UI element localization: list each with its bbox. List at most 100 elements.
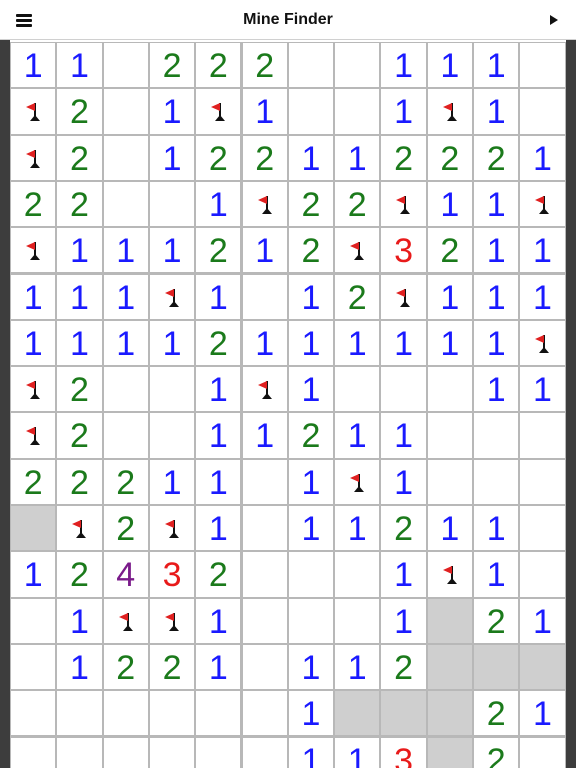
empty-cell[interactable] (11, 598, 56, 643)
covered-cell[interactable] (427, 644, 472, 690)
empty-cell[interactable] (288, 552, 334, 597)
empty-cell[interactable] (103, 181, 148, 227)
covered-cell[interactable] (381, 691, 426, 736)
number-cell[interactable]: 1 (288, 644, 334, 690)
number-cell[interactable]: 2 (103, 644, 148, 690)
number-cell[interactable]: 2 (149, 644, 195, 690)
number-cell[interactable]: 2 (103, 506, 148, 551)
number-cell[interactable]: 2 (57, 413, 102, 458)
number-cell[interactable]: 1 (11, 320, 56, 366)
number-cell[interactable]: 2 (149, 43, 195, 88)
number-cell[interactable]: 1 (288, 135, 334, 180)
flagged-cell[interactable] (149, 506, 195, 551)
number-cell[interactable]: 2 (474, 598, 519, 643)
number-cell[interactable]: 2 (196, 43, 241, 88)
number-cell[interactable]: 1 (288, 274, 334, 319)
empty-cell[interactable] (335, 89, 380, 134)
number-cell[interactable]: 2 (242, 135, 287, 180)
empty-cell[interactable] (335, 43, 380, 88)
flagged-cell[interactable] (11, 367, 56, 412)
number-cell[interactable]: 2 (57, 552, 102, 597)
number-cell[interactable]: 2 (196, 320, 241, 366)
flagged-cell[interactable] (335, 228, 380, 273)
number-cell[interactable]: 1 (196, 413, 241, 458)
covered-cell[interactable] (427, 737, 472, 768)
empty-cell[interactable] (149, 413, 195, 458)
empty-cell[interactable] (335, 367, 380, 412)
flagged-cell[interactable] (11, 228, 56, 273)
number-cell[interactable]: 2 (242, 43, 287, 88)
empty-cell[interactable] (196, 691, 241, 736)
number-cell[interactable]: 1 (381, 552, 426, 597)
number-cell[interactable]: 3 (381, 228, 426, 273)
number-cell[interactable]: 2 (196, 552, 241, 597)
flagged-cell[interactable] (11, 413, 56, 458)
number-cell[interactable]: 1 (520, 691, 565, 736)
empty-cell[interactable] (11, 644, 56, 690)
number-cell[interactable]: 1 (520, 135, 565, 180)
number-cell[interactable]: 1 (381, 89, 426, 134)
number-cell[interactable]: 1 (242, 413, 287, 458)
number-cell[interactable]: 1 (288, 691, 334, 736)
number-cell[interactable]: 1 (474, 506, 519, 551)
empty-cell[interactable] (242, 598, 287, 643)
number-cell[interactable]: 1 (474, 89, 519, 134)
number-cell[interactable]: 2 (381, 506, 426, 551)
empty-cell[interactable] (103, 737, 148, 768)
number-cell[interactable]: 1 (196, 506, 241, 551)
number-cell[interactable]: 1 (520, 367, 565, 412)
flagged-cell[interactable] (11, 135, 56, 180)
number-cell[interactable]: 1 (381, 413, 426, 458)
number-cell[interactable]: 1 (381, 598, 426, 643)
number-cell[interactable]: 2 (57, 459, 102, 504)
number-cell[interactable]: 1 (11, 43, 56, 88)
number-cell[interactable]: 3 (381, 737, 426, 768)
flagged-cell[interactable] (427, 552, 472, 597)
empty-cell[interactable] (242, 691, 287, 736)
empty-cell[interactable] (149, 367, 195, 412)
number-cell[interactable]: 2 (57, 135, 102, 180)
number-cell[interactable]: 2 (11, 181, 56, 227)
number-cell[interactable]: 1 (427, 506, 472, 551)
empty-cell[interactable] (335, 598, 380, 643)
empty-cell[interactable] (474, 413, 519, 458)
number-cell[interactable]: 4 (103, 552, 148, 597)
number-cell[interactable]: 1 (520, 274, 565, 319)
empty-cell[interactable] (242, 459, 287, 504)
number-cell[interactable]: 1 (427, 274, 472, 319)
covered-cell[interactable] (427, 598, 472, 643)
empty-cell[interactable] (335, 552, 380, 597)
number-cell[interactable]: 1 (11, 552, 56, 597)
number-cell[interactable]: 1 (57, 43, 102, 88)
number-cell[interactable]: 1 (149, 320, 195, 366)
number-cell[interactable]: 3 (149, 552, 195, 597)
covered-cell[interactable] (11, 506, 56, 551)
empty-cell[interactable] (288, 43, 334, 88)
number-cell[interactable]: 1 (288, 367, 334, 412)
number-cell[interactable]: 2 (474, 135, 519, 180)
flagged-cell[interactable] (381, 274, 426, 319)
number-cell[interactable]: 1 (103, 274, 148, 319)
empty-cell[interactable] (103, 89, 148, 134)
covered-cell[interactable] (474, 644, 519, 690)
number-cell[interactable]: 1 (381, 320, 426, 366)
number-cell[interactable]: 1 (149, 89, 195, 134)
number-cell[interactable]: 1 (335, 320, 380, 366)
empty-cell[interactable] (427, 459, 472, 504)
empty-cell[interactable] (11, 691, 56, 736)
empty-cell[interactable] (57, 691, 102, 736)
empty-cell[interactable] (242, 506, 287, 551)
flagged-cell[interactable] (149, 598, 195, 643)
number-cell[interactable]: 1 (427, 320, 472, 366)
number-cell[interactable]: 2 (288, 181, 334, 227)
play-icon[interactable] (546, 12, 562, 28)
number-cell[interactable]: 1 (288, 737, 334, 768)
number-cell[interactable]: 1 (196, 274, 241, 319)
covered-cell[interactable] (335, 691, 380, 736)
empty-cell[interactable] (427, 413, 472, 458)
empty-cell[interactable] (288, 598, 334, 643)
number-cell[interactable]: 2 (335, 181, 380, 227)
number-cell[interactable]: 2 (57, 367, 102, 412)
empty-cell[interactable] (520, 552, 565, 597)
number-cell[interactable]: 1 (335, 506, 380, 551)
